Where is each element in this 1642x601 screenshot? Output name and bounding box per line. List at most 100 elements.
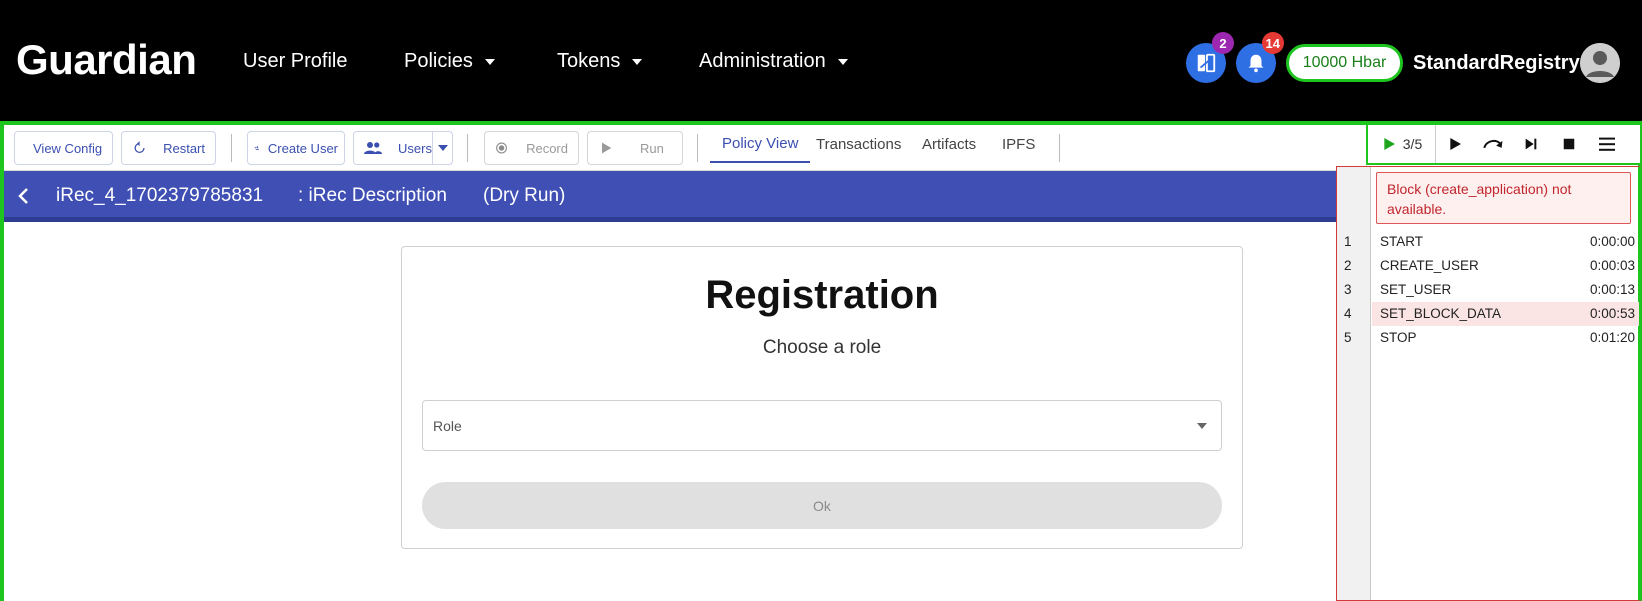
tasks-button[interactable]: 2 xyxy=(1186,32,1234,83)
restart-button[interactable]: Restart xyxy=(121,131,216,165)
chevron-down-icon xyxy=(437,145,448,151)
create-user-button[interactable]: Create User xyxy=(247,131,345,165)
debug-step-over-button[interactable] xyxy=(1474,125,1512,163)
policy-name: iRec_4_1702379785831 xyxy=(56,185,264,206)
chevron-down-icon xyxy=(837,58,848,65)
tab-policy-view-label: Policy View xyxy=(722,134,799,152)
role-select[interactable]: Role xyxy=(422,400,1222,451)
run-label: Run xyxy=(640,140,664,156)
play-green-icon xyxy=(1384,138,1395,150)
record-icon xyxy=(496,142,507,154)
avatar[interactable] xyxy=(1580,43,1620,83)
tab-transactions[interactable]: Transactions xyxy=(804,125,913,163)
ok-button[interactable]: Ok xyxy=(422,482,1222,529)
users-dropdown-toggle[interactable] xyxy=(432,132,452,164)
user-avatar-icon xyxy=(1580,43,1620,83)
chevron-down-icon xyxy=(1197,423,1207,429)
debug-menu-button[interactable] xyxy=(1588,125,1626,163)
users-icon xyxy=(364,142,382,154)
step-row[interactable]: 3 SET_USER 0:00:13 xyxy=(1337,278,1639,302)
nav-administration[interactable]: Administration xyxy=(699,50,848,73)
username[interactable]: StandardRegistry xyxy=(1413,52,1580,75)
chevron-down-icon xyxy=(484,58,495,65)
step-time: 0:00:13 xyxy=(1589,282,1635,297)
toolbar-divider xyxy=(697,134,698,162)
registration-title: Registration xyxy=(705,273,939,317)
step-over-icon xyxy=(1483,139,1503,149)
tasks-badge: 2 xyxy=(1212,32,1234,54)
app-logo[interactable]: Guardian xyxy=(16,36,197,84)
add-user-icon xyxy=(254,146,260,150)
nav-tokens-label: Tokens xyxy=(557,50,621,72)
play-icon xyxy=(602,142,612,154)
debug-steps-panel: Block (create_application) not available… xyxy=(1336,166,1642,601)
step-time: 0:00:53 xyxy=(1589,306,1635,321)
step-number: 3 xyxy=(1344,282,1352,297)
step-number: 5 xyxy=(1344,330,1352,345)
nav-user-profile[interactable]: User Profile xyxy=(243,50,347,73)
step-name: START xyxy=(1380,234,1424,249)
nav-user-profile-label: User Profile xyxy=(243,50,348,72)
step-row-current[interactable]: 4 SET_BLOCK_DATA 0:00:53 xyxy=(1337,302,1639,326)
nav-policies[interactable]: Policies xyxy=(404,50,495,73)
users-label: Users xyxy=(398,140,432,156)
step-time: 0:00:03 xyxy=(1589,258,1635,273)
step-name: SET_BLOCK_DATA xyxy=(1380,306,1502,321)
record-label: Record xyxy=(526,140,568,156)
policy-toolbar: View Config Restart Create User Users Re… xyxy=(4,125,1366,171)
step-row[interactable]: 2 CREATE_USER 0:00:03 xyxy=(1337,254,1639,278)
step-name: STOP xyxy=(1380,330,1417,345)
registration-subtitle: Choose a role xyxy=(762,337,882,358)
step-time: 0:00:00 xyxy=(1589,234,1635,249)
nav-tokens[interactable]: Tokens xyxy=(557,50,643,73)
notifications-button[interactable]: 14 xyxy=(1236,32,1284,83)
view-config-label: View Config xyxy=(33,140,103,156)
balance-badge[interactable]: 10000 Hbar xyxy=(1286,44,1403,82)
menu-icon xyxy=(1599,137,1615,151)
debug-stop-button[interactable] xyxy=(1550,125,1588,163)
nav-administration-label: Administration xyxy=(699,50,826,72)
tab-ipfs[interactable]: IPFS xyxy=(990,125,1047,163)
tasks-icon xyxy=(1197,53,1216,73)
tab-artifacts-label: Artifacts xyxy=(922,135,977,153)
nav-policies-label: Policies xyxy=(404,50,473,72)
tab-transactions-label: Transactions xyxy=(816,135,902,153)
record-button[interactable]: Record xyxy=(484,131,579,165)
debug-progress-label: 3/5 xyxy=(1402,136,1423,152)
debugger-controls: 3/5 xyxy=(1366,123,1642,165)
view-config-button[interactable]: View Config xyxy=(14,131,113,165)
policy-mode: (Dry Run) xyxy=(483,185,566,206)
step-row[interactable]: 5 STOP 0:01:20 xyxy=(1337,326,1639,350)
restart-icon xyxy=(134,141,145,154)
role-select-placeholder: Role xyxy=(433,417,462,434)
tab-ipfs-label: IPFS xyxy=(1002,135,1036,153)
step-row[interactable]: 1 START 0:00:00 xyxy=(1337,230,1639,254)
policy-header-bar: iRec_4_1702379785831 : iRec Description … xyxy=(4,171,1338,222)
policy-description: : iRec Description xyxy=(298,185,447,206)
step-name: CREATE_USER xyxy=(1380,258,1479,273)
stop-icon xyxy=(1563,138,1575,150)
step-number: 4 xyxy=(1344,306,1352,321)
bell-icon xyxy=(1248,54,1264,73)
play-icon xyxy=(1450,138,1461,150)
debug-skip-button[interactable] xyxy=(1512,125,1550,163)
run-button[interactable]: Run xyxy=(587,131,683,165)
top-header: Guardian User Profile Policies Tokens Ad… xyxy=(0,0,1642,121)
step-time: 0:01:20 xyxy=(1589,330,1635,345)
step-name: SET_USER xyxy=(1380,282,1452,297)
toolbar-divider xyxy=(231,134,232,162)
toolbar-divider xyxy=(1059,134,1060,162)
tab-policy-view[interactable]: Policy View xyxy=(710,125,811,163)
error-message: Block (create_application) not available… xyxy=(1376,172,1631,224)
registration-card: Registration Choose a role Role Ok xyxy=(401,246,1243,549)
step-number: 1 xyxy=(1344,234,1352,249)
tab-artifacts[interactable]: Artifacts xyxy=(910,125,988,163)
restart-label: Restart xyxy=(163,140,205,156)
debug-progress[interactable]: 3/5 xyxy=(1368,125,1436,163)
users-dropdown[interactable]: Users xyxy=(353,131,453,165)
notifications-badge: 14 xyxy=(1261,32,1284,54)
create-user-label: Create User xyxy=(267,140,338,156)
toolbar-divider xyxy=(467,134,468,162)
debug-continue-button[interactable] xyxy=(1436,125,1474,163)
back-arrow-icon[interactable] xyxy=(16,187,32,205)
